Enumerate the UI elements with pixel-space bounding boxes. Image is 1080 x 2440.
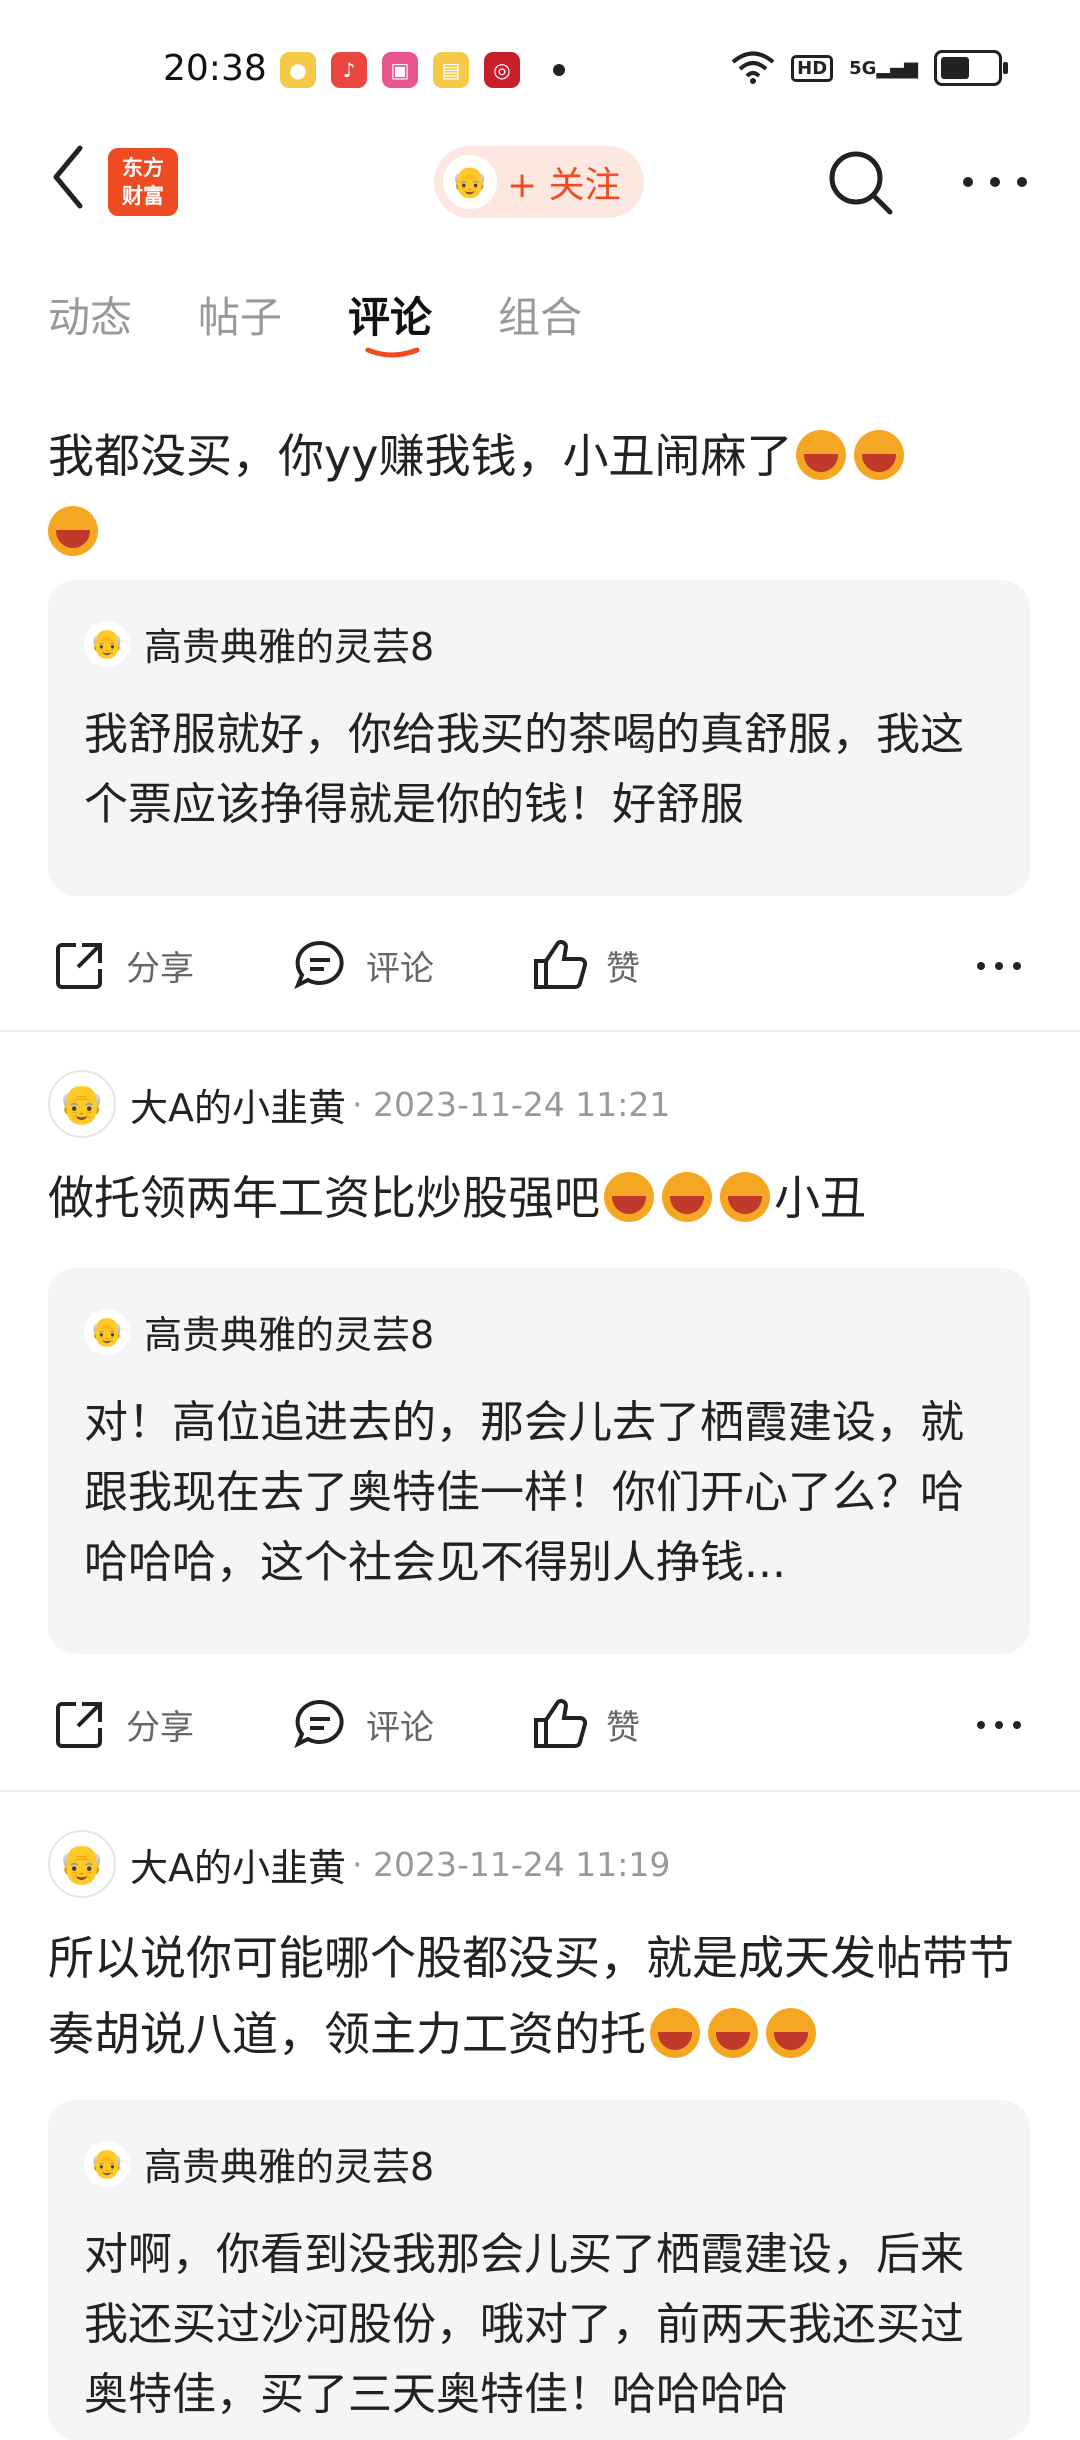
comment-author[interactable]: 👴 大A的小韭黄 · 2023-11-24 11:19 xyxy=(48,1830,670,1898)
avatar: 👴 xyxy=(84,620,130,667)
books-icon: ▤ xyxy=(433,52,469,88)
laugh-emoji-icon xyxy=(766,2008,816,2058)
tab-portfolio[interactable]: 组合 xyxy=(498,284,582,345)
more-options-icon[interactable] xyxy=(976,1718,1022,1732)
bank-icon: ◎ xyxy=(484,52,520,88)
reply-author: 👴 高贵典雅的灵芸8 xyxy=(84,1304,434,1359)
avatar: 👴 xyxy=(48,1070,116,1138)
laugh-emoji-icon xyxy=(650,2008,700,2058)
laugh-emoji-icon xyxy=(796,430,847,480)
laugh-emoji-icon xyxy=(48,506,98,556)
comment-text: 我都没买，你yy赚我钱，小丑闹麻了 xyxy=(48,418,1028,570)
avatar: 👴 xyxy=(84,1308,130,1355)
reply-text: 我舒服就好，你给我买的茶喝的真舒服，我这个票应该挣得就是你的钱！好舒服 xyxy=(84,709,964,830)
comment-author[interactable]: 👴 大A的小韭黄 · 2023-11-24 11:21 xyxy=(48,1070,670,1138)
laugh-emoji-icon xyxy=(708,2008,758,2058)
comment-text: 所以说你可能哪个股都没买，就是成天发帖带节奏胡说八道，领主力工资的托 xyxy=(48,1931,1014,2061)
avatar: 👴 xyxy=(84,2140,130,2187)
share-button[interactable]: 分享 xyxy=(52,1696,194,1752)
douyin-icon: ♪ xyxy=(331,52,367,88)
like-button[interactable]: 赞 xyxy=(532,937,640,993)
share-icon xyxy=(56,943,102,989)
follow-label: + 关注 xyxy=(507,165,621,206)
comment-icon xyxy=(294,1699,344,1749)
reply-author: 👴 高贵典雅的灵芸8 xyxy=(84,616,434,671)
quoted-reply[interactable]: 👴 高贵典雅的灵芸8 我舒服就好，你给我买的茶喝的真舒服，我这个票应该挣得就是你… xyxy=(48,580,1030,896)
reply-text: 对啊，你看到没我那会儿买了栖霞建设，后来我还买过沙河股份，哦对了，前两天我还买过… xyxy=(84,2229,964,2420)
quoted-reply[interactable]: 👴 高贵典雅的灵芸8 对！高位追进去的，那会儿去了栖霞建设，就跟我现在去了奥特佳… xyxy=(48,1268,1030,1654)
share-icon xyxy=(56,1702,102,1748)
comment-button[interactable]: 评论 xyxy=(292,937,434,993)
reply-text: 对！高位追进去的，那会儿去了栖霞建设，就跟我现在去了奥特佳一样！你们开心了么？哈… xyxy=(84,1397,964,1588)
tab-posts[interactable]: 帖子 xyxy=(198,284,282,345)
laugh-emoji-icon xyxy=(604,1172,654,1222)
more-notifications-dot xyxy=(553,64,565,76)
tab-comments[interactable]: 评论 xyxy=(348,284,432,345)
bilibili-icon: ▣ xyxy=(382,52,418,88)
laugh-emoji-icon xyxy=(854,430,905,480)
notification-icons: ● ♪ ▣ ▤ ◎ xyxy=(280,52,565,88)
comment-icon xyxy=(294,940,344,990)
follow-button[interactable]: 👴 + 关注 xyxy=(434,146,644,218)
thumbs-up-icon xyxy=(534,940,588,989)
laugh-emoji-icon xyxy=(720,1172,770,1222)
quoted-reply[interactable]: 👴 高贵典雅的灵芸8 对啊，你看到没我那会儿买了栖霞建设，后来我还买过沙河股份，… xyxy=(48,2100,1030,2440)
like-button[interactable]: 赞 xyxy=(532,1696,640,1752)
reply-author: 👴 高贵典雅的灵芸8 xyxy=(84,2136,434,2191)
more-options-icon[interactable] xyxy=(962,170,1028,194)
thumbs-up-icon xyxy=(534,1699,588,1748)
share-button[interactable]: 分享 xyxy=(52,937,194,993)
divider xyxy=(0,1030,1080,1032)
signal-icon: 5G▂▄▆ xyxy=(849,57,918,79)
status-time: 20:38 xyxy=(163,48,267,89)
action-bar: 分享 评论 赞 xyxy=(0,925,1080,1005)
comment-text: 做托领两年工资比炒股强吧 小丑 xyxy=(48,1171,866,1225)
system-indicators: HD 5G▂▄▆ xyxy=(731,50,1008,86)
wifi-icon xyxy=(731,51,775,84)
tab-dynamics[interactable]: 动态 xyxy=(48,284,132,345)
active-tab-indicator xyxy=(365,347,420,358)
avatar: 👴 xyxy=(48,1830,116,1898)
status-bar: 20:38 ● ♪ ▣ ▤ ◎ HD 5G▂▄▆ xyxy=(0,0,1080,140)
eastmoney-logo[interactable]: 东方 财富 xyxy=(108,148,178,216)
avatar: 👴 xyxy=(443,155,497,209)
comment-button[interactable]: 评论 xyxy=(292,1696,434,1752)
search-icon[interactable] xyxy=(826,148,896,218)
back-arrow-icon[interactable] xyxy=(48,142,88,212)
laugh-emoji-icon xyxy=(662,1172,712,1222)
divider xyxy=(0,1790,1080,1792)
battery-icon xyxy=(934,50,1008,86)
weibo-icon: ● xyxy=(280,52,316,88)
hd-icon: HD xyxy=(791,54,834,82)
more-options-icon[interactable] xyxy=(976,959,1022,973)
action-bar: 分享 评论 赞 xyxy=(0,1684,1080,1764)
